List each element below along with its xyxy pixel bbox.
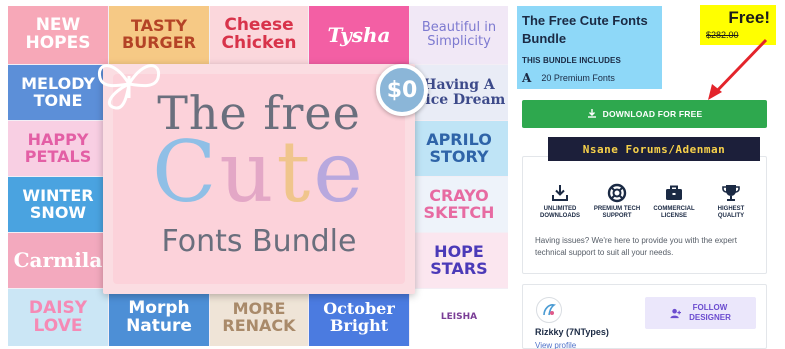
- tile-new-hopes: NEW HOPES: [8, 6, 108, 64]
- price-badge: $0: [376, 64, 428, 116]
- briefcase-icon: [666, 185, 682, 200]
- product-page: NEW HOPES TASTY BURGER Cheese Chicken Ty…: [0, 0, 785, 349]
- tile-more-renack: MORE RENACK: [210, 289, 308, 346]
- tile-beautiful-in-simplicity: Beautiful in Simplicity: [410, 6, 508, 64]
- bundle-banner-image[interactable]: NEW HOPES TASTY BURGER Cheese Chicken Ty…: [8, 6, 508, 346]
- feature-label-line1: HIGHEST: [717, 206, 745, 212]
- tile-hope-stars: HOPE STARS: [410, 233, 508, 288]
- download-tray-icon: [552, 185, 568, 201]
- watermark-banner: Nsane Forums/Adenman: [548, 137, 760, 161]
- designer-avatar[interactable]: [536, 297, 562, 323]
- bundle-includes-label: THIS BUNDLE INCLUDES: [522, 56, 621, 65]
- designer-logo-icon: [543, 304, 557, 316]
- feature-unlimited-downloads: UNLIMITED DOWNLOADS: [533, 183, 587, 220]
- feature-label-line1: COMMERCIAL: [653, 206, 695, 212]
- hero-title-line3: Fonts Bundle: [161, 224, 357, 259]
- tile-winter-snow: WINTER SNOW: [8, 177, 108, 232]
- support-text: Having issues? We're here to provide you…: [535, 236, 737, 257]
- hero-letter-e: e: [313, 123, 366, 221]
- feature-highest-quality: HIGHEST QUALITY: [704, 183, 758, 220]
- butterfly-icon: [97, 64, 161, 110]
- product-title: The Free Cute Fonts Bundle: [522, 13, 648, 46]
- tile-melody-tone: MELODY TONE: [8, 65, 108, 120]
- designer-card: Rizkky (7NTypes) View profile FOLLOW DES…: [522, 284, 767, 349]
- tile-crayo-sketch: CRAYO SKETCH: [410, 177, 508, 232]
- tile-morph-nature: Morph Nature: [109, 289, 209, 346]
- product-title-box: The Free Cute Fonts Bundle THIS BUNDLE I…: [517, 6, 662, 89]
- feature-label-line2: QUALITY: [717, 213, 745, 219]
- tile-monogram: LEISHA: [410, 289, 508, 346]
- add-user-icon: [670, 308, 682, 318]
- tile-tysha: Tysha: [309, 6, 409, 64]
- tile-cheese-chicken: Cheese Chicken: [210, 6, 308, 64]
- feature-premium-support: PREMIUM TECH SUPPORT: [590, 183, 644, 220]
- support-card: UNLIMITED DOWNLOADS PREMIUM TECH SUPPORT: [522, 156, 767, 274]
- hero-title-cute: Cute: [113, 130, 405, 214]
- designer-name[interactable]: Rizkky (7NTypes): [535, 327, 609, 337]
- tile-aprilo-story: APRILO STORY: [410, 121, 508, 176]
- bundle-includes-item: A 20 Premium Fonts: [522, 71, 657, 85]
- download-icon: [587, 109, 596, 118]
- font-icon: A: [522, 71, 532, 85]
- hero-letter-t: t: [276, 123, 314, 221]
- tile-daisy-love: DAISY LOVE: [8, 289, 108, 346]
- feature-label-line2: LICENSE: [660, 213, 687, 219]
- trophy-icon: [722, 185, 740, 201]
- view-profile-link[interactable]: View profile: [535, 341, 576, 349]
- feature-commercial-license: COMMERCIAL LICENSE: [647, 183, 701, 220]
- feature-label-line1: PREMIUM TECH: [593, 206, 641, 212]
- follow-designer-label: FOLLOW DESIGNER: [689, 303, 731, 323]
- price-free-label: Free!: [728, 8, 770, 27]
- feature-list: UNLIMITED DOWNLOADS PREMIUM TECH SUPPORT: [533, 183, 758, 220]
- feature-label-line2: SUPPORT: [602, 213, 632, 219]
- follow-label-line1: FOLLOW: [692, 303, 728, 312]
- lifebuoy-icon: [607, 183, 627, 203]
- download-button[interactable]: DOWNLOAD FOR FREE: [522, 100, 767, 128]
- bundle-includes-text: 20 Premium Fonts: [541, 73, 615, 83]
- tile-october-bright: October Bright: [309, 289, 409, 346]
- red-arrow-annotation: [708, 38, 768, 100]
- feature-label-line1: UNLIMITED: [543, 206, 577, 212]
- hero-letter-c: C: [152, 123, 220, 221]
- follow-label-line2: DESIGNER: [689, 313, 731, 322]
- hero-letter-u: u: [219, 123, 277, 221]
- tile-carmila: Carmila: [8, 233, 108, 288]
- feature-label-line2: DOWNLOADS: [540, 213, 580, 219]
- tile-happy-petals: HAPPY PETALS: [8, 121, 108, 176]
- follow-designer-button[interactable]: FOLLOW DESIGNER: [645, 297, 756, 329]
- download-button-label: DOWNLOAD FOR FREE: [602, 109, 703, 119]
